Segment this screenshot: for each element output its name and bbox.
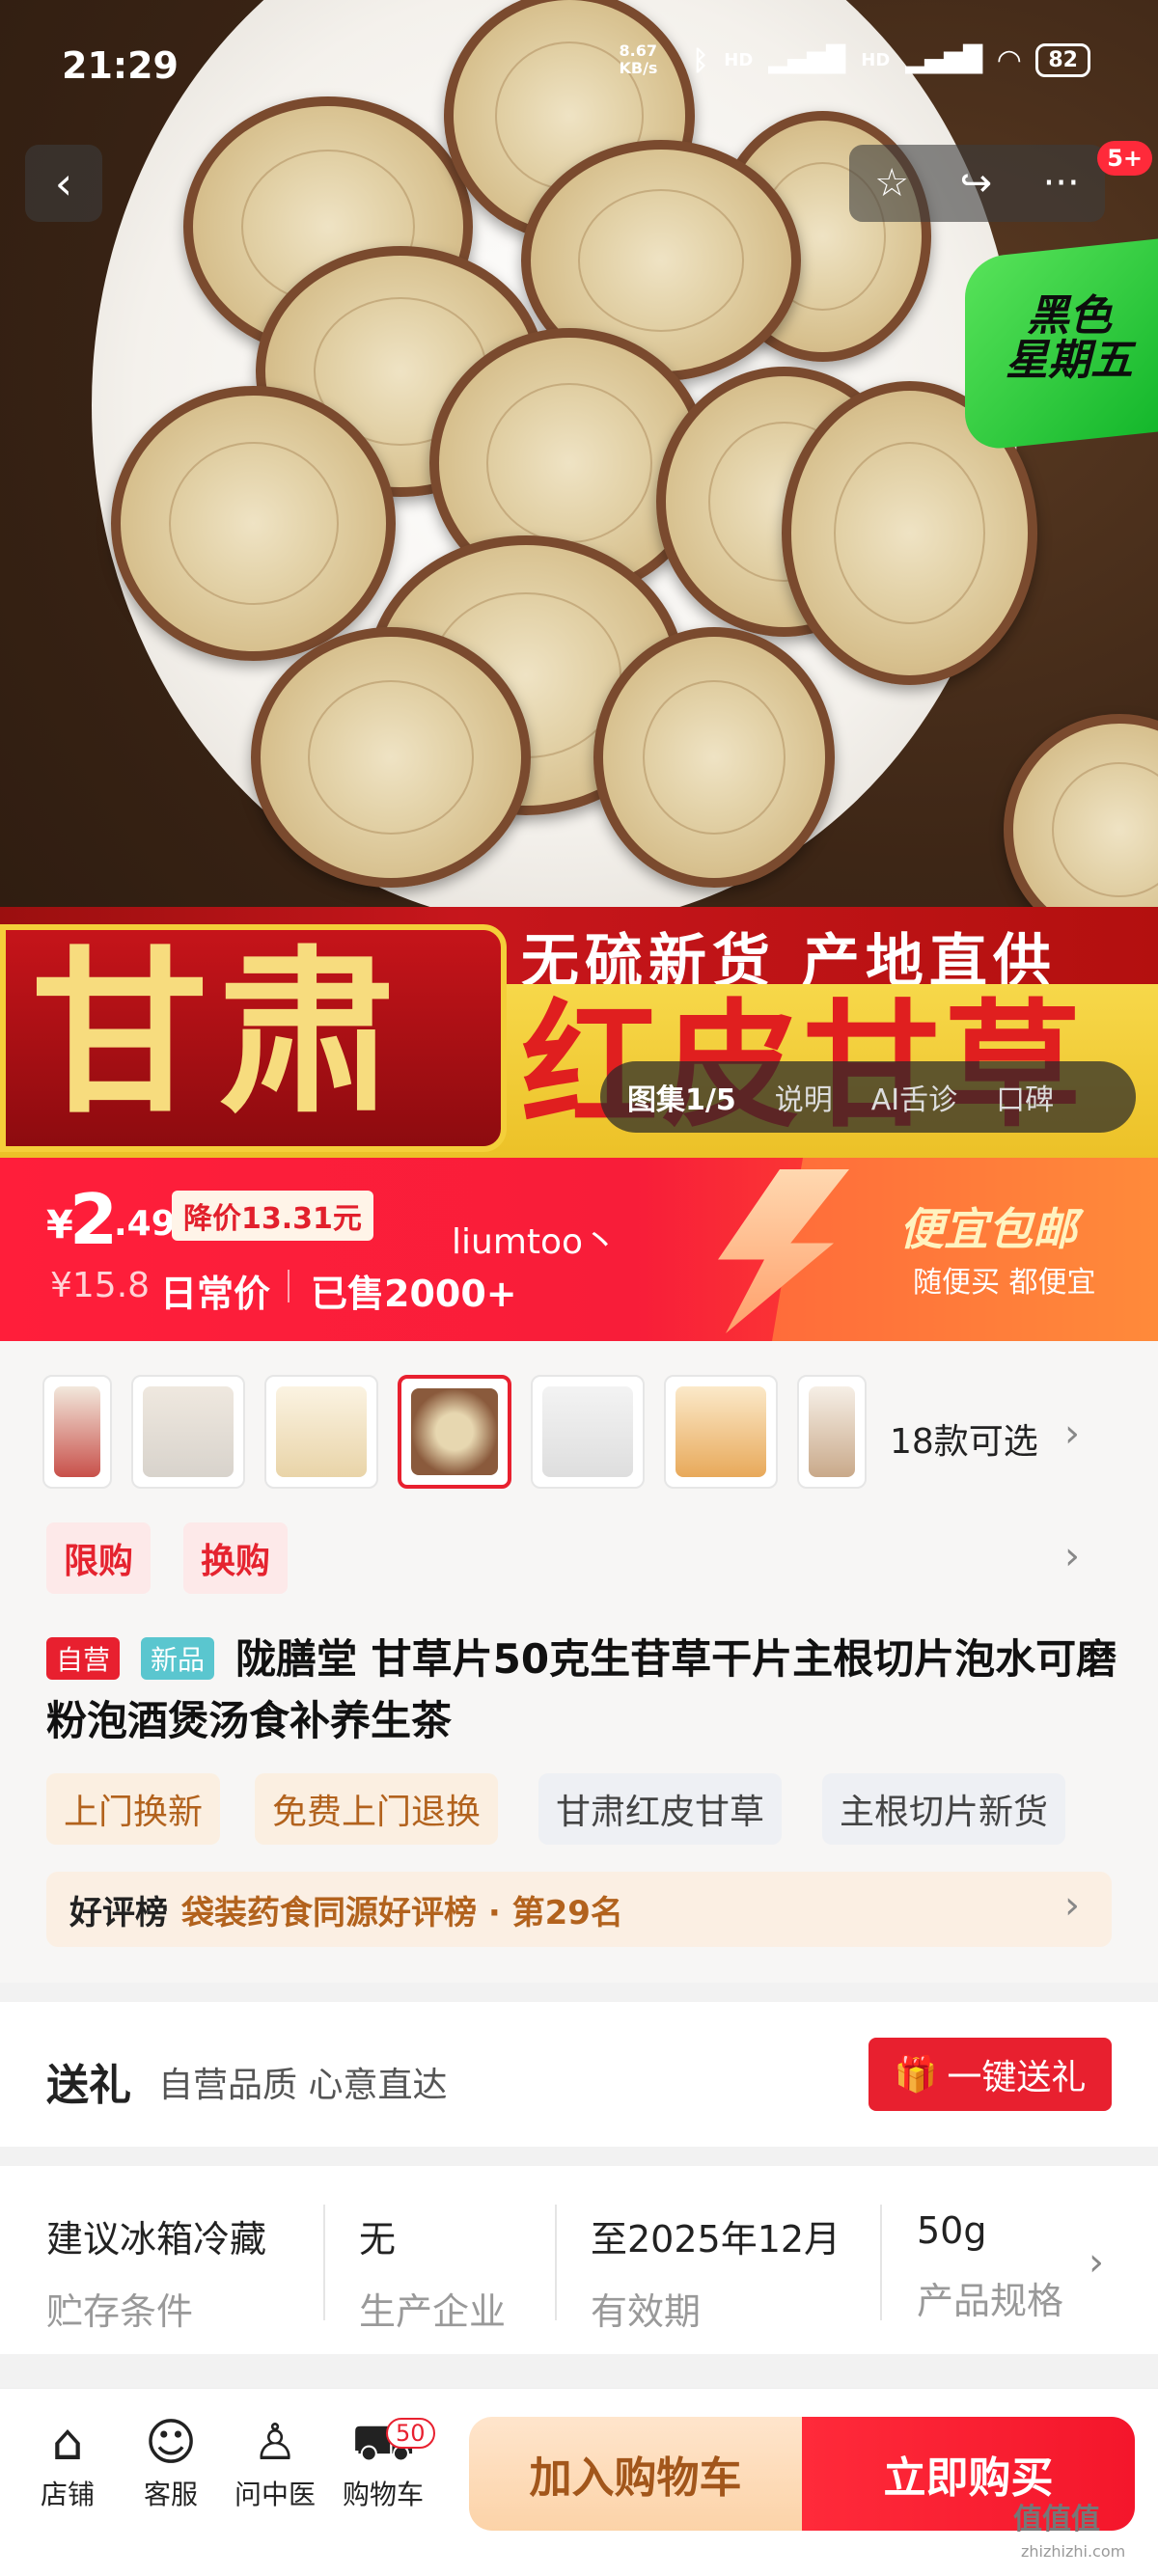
black-friday-text: 黑色 星期五 <box>1006 291 1133 386</box>
spec-label: 有效期 <box>591 2290 702 2333</box>
sku-thumbnail[interactable] <box>131 1375 245 1489</box>
favorite-star-icon[interactable]: ☆ <box>874 161 909 206</box>
ranking-banner[interactable]: 好评榜 袋装药食同源好评榜 · 第29名 <box>46 1872 1112 1947</box>
divider <box>323 2205 325 2320</box>
bottom-nav-label: 店铺 <box>40 2479 95 2510</box>
bottom-nav-store[interactable]: ⌂ 店铺 <box>10 2412 125 2512</box>
spec-label: 产品规格 <box>917 2280 1064 2322</box>
bottom-nav-label: 客服 <box>143 2479 198 2510</box>
self-operated-tag: 自营 <box>46 1637 121 1680</box>
watermark-domain: zhizhizhi.com <box>1021 2542 1126 2561</box>
send-gift-label: 一键送礼 <box>947 2058 1087 2097</box>
spec-expiry: 至2025年12月 有效期 <box>591 2209 841 2335</box>
ranking-text: 袋装药食同源好评榜 · 第29名 <box>181 1893 623 1932</box>
bottom-nav-service[interactable]: ☺ 客服 <box>113 2412 229 2512</box>
spec-label: 贮存条件 <box>46 2290 194 2333</box>
spec-value: 无 <box>359 2218 397 2261</box>
top-action-group: ☆ ↪ ··· <box>849 145 1105 222</box>
gift-icon: 🎁 <box>894 2055 938 2095</box>
bottom-nav-doctor[interactable]: ♙ 问中医 <box>217 2412 333 2512</box>
add-to-cart-button[interactable]: 加入购物车 <box>469 2417 802 2531</box>
divider <box>555 2205 557 2320</box>
price-integer: 2 <box>69 1179 119 1260</box>
spec-storage: 建议冰箱冷藏 贮存条件 <box>46 2209 266 2335</box>
spec-size: 50g 产品规格 <box>917 2209 1063 2324</box>
licorice-slice <box>251 627 531 888</box>
tab-ai-tongue[interactable]: AI舌诊 <box>852 1076 977 1118</box>
more-icon[interactable]: ··· <box>1043 161 1080 206</box>
chevron-right-icon[interactable]: › <box>1064 1411 1080 1456</box>
sku-thumbnail[interactable] <box>42 1375 112 1489</box>
send-gift-button[interactable]: 🎁 一键送礼 <box>868 2038 1112 2111</box>
share-icon[interactable]: ↪ <box>960 161 993 206</box>
promo-tag-exchange[interactable]: 换购 <box>183 1522 289 1594</box>
user-tag: liumtoo丶 <box>452 1222 619 1262</box>
chevron-left-icon: ‹ <box>54 157 73 209</box>
sku-thumbnail[interactable] <box>531 1375 645 1489</box>
back-button[interactable]: ‹ <box>25 145 102 222</box>
bottom-nav-label: 购物车 <box>342 2479 424 2510</box>
black-friday-line1: 黑色 <box>1027 291 1112 341</box>
store-icon: ⌂ <box>51 2414 84 2472</box>
bluetooth-icon: ᛒ <box>692 43 709 76</box>
divider <box>880 2205 882 2320</box>
original-price: ¥15.8 <box>50 1266 151 1305</box>
gift-title: 送礼 <box>46 2061 131 2110</box>
licorice-slice <box>111 386 396 661</box>
sold-count: 已售2000+ <box>311 1273 517 1315</box>
spec-value: 50g <box>917 2209 987 2252</box>
spec-value: 建议冰箱冷藏 <box>46 2218 267 2261</box>
service-tag[interactable]: 免费上门退换 <box>255 1773 499 1845</box>
black-friday-line2: 星期五 <box>1006 336 1133 386</box>
sku-thumbnail[interactable] <box>797 1375 867 1489</box>
chevron-right-icon[interactable]: › <box>1064 1883 1080 1928</box>
sku-thumbnail[interactable] <box>264 1375 378 1489</box>
spec-value: 至2025年12月 <box>591 2218 841 2261</box>
watermark: 值值值 <box>1013 2503 1100 2536</box>
price-decimal: .49 <box>114 1204 176 1244</box>
status-bar: 21:29 8.67 KB/s ᛒ HD ▂▄▆█ HD ▂▄▆█ ◠ 82 <box>0 39 1158 96</box>
signal-hd-label: HD <box>724 49 754 70</box>
tab-description[interactable]: 说明 <box>756 1076 852 1118</box>
sku-thumbnail-row <box>42 1375 867 1489</box>
wifi-icon: ◠ <box>998 42 1021 77</box>
price-cut-badge: 降价13.31元 <box>172 1191 373 1241</box>
bottom-nav-label: 问中医 <box>234 2479 316 2510</box>
gift-subtitle: 自营品质 心意直达 <box>158 2066 448 2105</box>
service-tag[interactable]: 主根切片新货 <box>822 1773 1066 1845</box>
tab-gallery[interactable]: 图集1/5 <box>600 1076 756 1118</box>
spec-label: 生产企业 <box>359 2290 507 2333</box>
chevron-right-icon[interactable]: › <box>1064 1534 1080 1578</box>
chevron-right-icon[interactable]: › <box>1089 2240 1104 2285</box>
hero-gansu-text: 甘肃 <box>31 931 406 1137</box>
cart-count-badge: 50 <box>386 2418 435 2449</box>
signal-icon: ▂▄▆█ <box>768 45 846 74</box>
sku-thumbnail-selected[interactable] <box>398 1375 511 1489</box>
free-shipping-subtitle: 随便买 都便宜 <box>913 1266 1096 1300</box>
signal-hd-label-2: HD <box>861 49 891 70</box>
sku-thumbnail[interactable] <box>664 1375 778 1489</box>
net-speed: 8.67 KB/s <box>619 41 658 77</box>
service-tag[interactable]: 上门换新 <box>46 1773 221 1845</box>
system-icons: 8.67 KB/s ᛒ HD ▂▄▆█ HD ▂▄▆█ ◠ 82 <box>619 42 1090 77</box>
service-icon: ☺ <box>144 2414 198 2472</box>
licorice-slice <box>593 627 835 888</box>
service-tag[interactable]: 甘肃红皮甘草 <box>538 1773 783 1845</box>
free-shipping-title: 便宜包邮 <box>899 1203 1077 1255</box>
promo-tag-limited[interactable]: 限购 <box>46 1522 152 1594</box>
daily-price-label: 日常价 <box>160 1273 271 1315</box>
new-product-tag: 新品 <box>141 1637 215 1680</box>
status-time: 21:29 <box>62 44 179 87</box>
notification-badge: 5+ <box>1097 141 1152 176</box>
spec-manufacturer: 无 生产企业 <box>359 2209 506 2335</box>
tab-reviews[interactable]: 口碑 <box>977 1076 1073 1118</box>
divider <box>288 1270 290 1302</box>
doctor-icon: ♙ <box>252 2414 298 2472</box>
signal-icon-2: ▂▄▆█ <box>905 45 983 74</box>
sku-count[interactable]: 18款可选 <box>890 1413 1038 1464</box>
ranking-label: 好评榜 <box>69 1893 168 1932</box>
battery-icon: 82 <box>1035 42 1090 77</box>
gallery-tabs: 图集1/5 说明 AI舌诊 口碑 <box>600 1061 1136 1133</box>
